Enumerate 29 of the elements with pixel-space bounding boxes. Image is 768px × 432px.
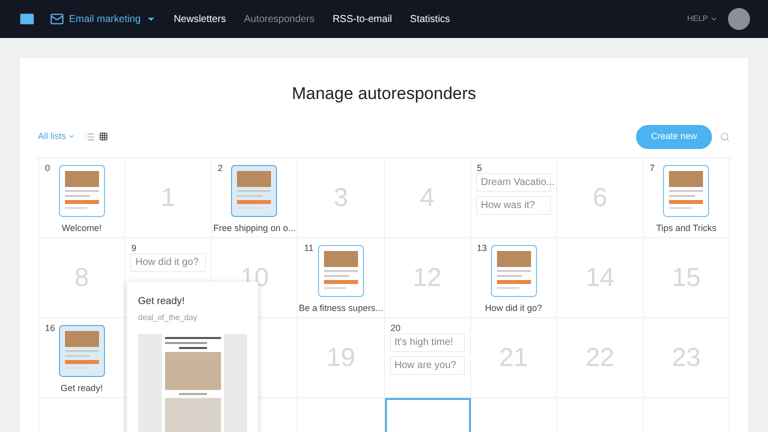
template-name: deal_of_the_day <box>138 312 198 324</box>
nav-link[interactable]: RSS-to-email <box>332 12 392 26</box>
email-caption[interactable]: How did it go? <box>485 302 542 315</box>
email-caption[interactable]: Get ready! <box>60 382 103 395</box>
day-label: 16 <box>45 322 56 334</box>
subject-chip[interactable]: How did it go? <box>130 252 206 272</box>
nav-link[interactable]: Statistics <box>410 12 450 26</box>
popup-title: Get ready! <box>138 295 186 309</box>
email-caption[interactable]: Free shipping on o... <box>213 222 296 235</box>
day-label: 9 <box>131 242 136 254</box>
help-menu[interactable]: HELP <box>687 13 718 25</box>
day-label: 13 <box>476 242 487 254</box>
page-title: Manage autoresponders <box>290 83 478 105</box>
day-label: 7 <box>650 162 655 174</box>
subject-chip[interactable]: How was it? <box>476 196 552 214</box>
day-label: 0 <box>45 162 50 174</box>
email-caption[interactable]: Tips and Tricks <box>656 222 716 235</box>
email-caption[interactable]: Welcome! <box>62 222 102 235</box>
subject-chip[interactable]: Dream Vacatio... <box>476 172 552 192</box>
day-label: 5 <box>476 162 482 174</box>
subject-chip[interactable]: How are you? <box>390 356 465 374</box>
nav-link[interactable]: Newsletters <box>174 12 226 26</box>
day-label: 11 <box>304 242 314 254</box>
day-label: 20 <box>390 322 401 334</box>
email-caption[interactable]: Be a fitness supers... <box>298 302 383 315</box>
nav-link[interactable]: Autoresponders <box>244 12 315 26</box>
subject-chip[interactable]: It's high time! <box>390 332 465 352</box>
day-label: 2 <box>218 162 223 174</box>
nav-link[interactable]: Email marketing <box>50 12 156 26</box>
